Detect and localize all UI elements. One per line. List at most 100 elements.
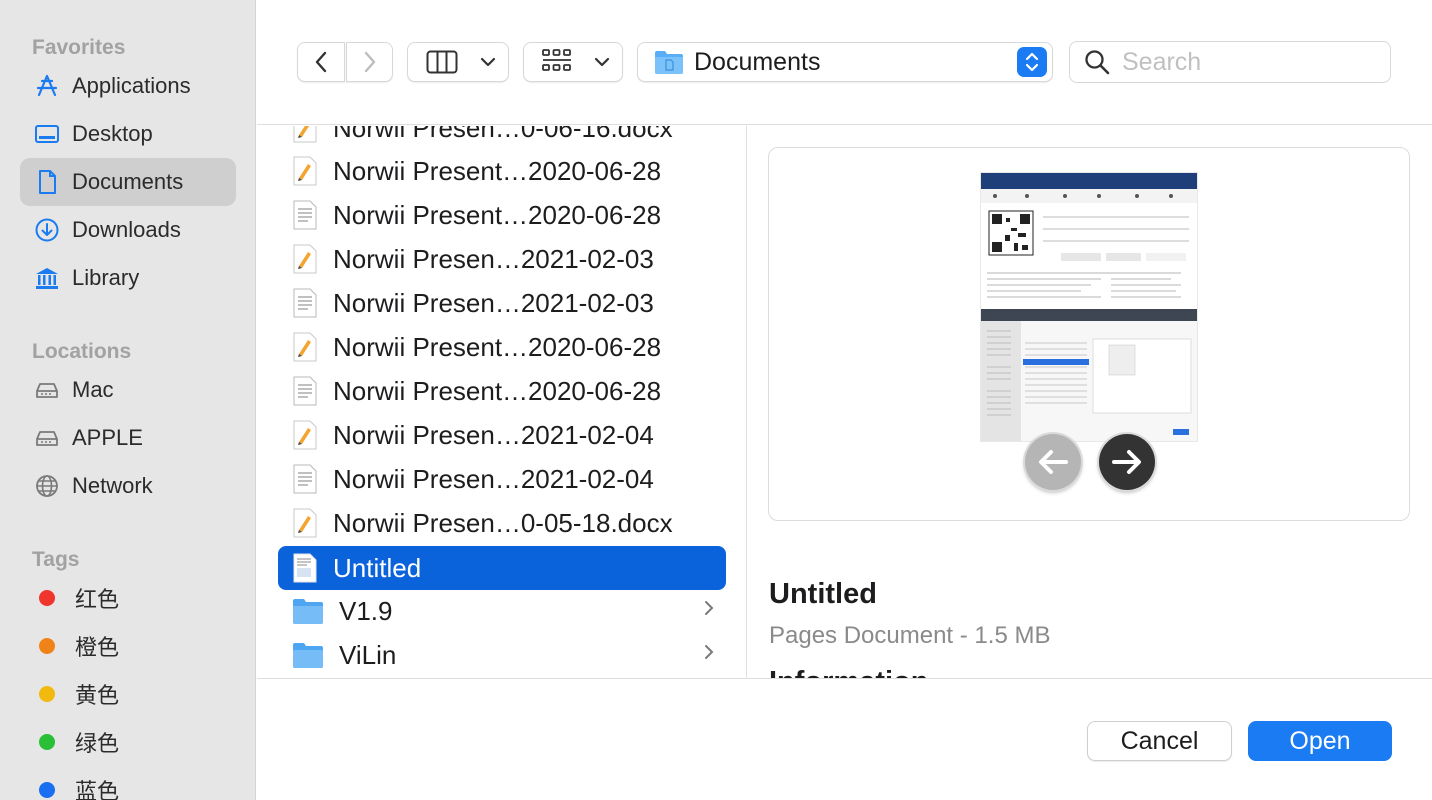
file-name: Norwii Present…2020-06-28 xyxy=(333,331,662,362)
sidebar-item-label: Documents xyxy=(72,169,184,194)
preview-file-name: Untitled xyxy=(769,578,877,610)
sidebar-item-label: 黄色 xyxy=(75,683,120,708)
drive-icon xyxy=(33,424,61,452)
preview-file-kind: Pages Document - 1.5 MB xyxy=(769,622,1051,649)
sidebar-item-label: 蓝色 xyxy=(75,779,120,800)
sidebar-item-tag-red[interactable]: 红色 xyxy=(20,574,236,622)
sidebar-item-label: 橙色 xyxy=(75,635,120,660)
sidebar-item-tag-green[interactable]: 绿色 xyxy=(20,718,236,766)
file-row[interactable]: Norwii Presen…0-06-16.docx xyxy=(278,126,726,150)
chevron-right-icon xyxy=(364,51,375,73)
sidebar-item-apple[interactable]: APPLE xyxy=(20,414,236,462)
sidebar-item-downloads[interactable]: Downloads xyxy=(20,206,236,254)
sidebar-section-tags: Tags xyxy=(32,548,80,571)
file-row[interactable]: Norwii Presen…2021-02-04 xyxy=(278,457,726,501)
file-row[interactable]: Norwii Present…2020-06-28 xyxy=(278,193,726,237)
network-icon xyxy=(33,472,61,500)
blue-tag-icon xyxy=(39,782,55,798)
file-name: Norwii Present…2020-06-28 xyxy=(333,155,662,186)
search-icon xyxy=(1085,50,1110,75)
preview-frame xyxy=(768,147,1410,521)
file-name: Norwii Present…2020-06-28 xyxy=(333,199,662,230)
folder-row[interactable]: ViLin xyxy=(278,633,726,677)
sidebar-item-tag-blue[interactable]: 蓝色 xyxy=(20,766,236,800)
file-row[interactable]: Norwii Present…2020-06-28 xyxy=(278,325,726,369)
file-name: Norwii Presen…2021-02-04 xyxy=(333,419,654,450)
sidebar-item-applications[interactable]: Applications xyxy=(20,62,236,110)
file-name: Norwii Presen…2021-02-03 xyxy=(333,243,654,274)
open-button[interactable]: Open xyxy=(1248,721,1392,761)
sidebar: Favorites Applications Desktop Documents… xyxy=(0,0,256,800)
sidebar-item-tag-orange[interactable]: 橙色 xyxy=(20,622,236,670)
sidebar-item-network[interactable]: Network xyxy=(20,462,236,510)
pages-doc-icon xyxy=(292,552,318,584)
arrow-right-icon xyxy=(1112,450,1141,474)
sidebar-item-label: Mac xyxy=(72,377,114,402)
document-thumbnail xyxy=(981,173,1197,441)
chevron-right-icon xyxy=(704,599,714,622)
file-row[interactable]: Norwii Presen…0-05-18.docx xyxy=(278,501,726,545)
text-doc-icon xyxy=(292,463,318,495)
file-row[interactable]: Norwii Presen…2021-02-03 xyxy=(278,237,726,281)
file-list[interactable]: Norwii Presen…0-06-16.docx Norwii Presen… xyxy=(257,126,747,678)
red-tag-icon xyxy=(39,590,55,606)
file-row[interactable]: Norwii Present…2020-06-28 xyxy=(278,369,726,413)
group-by-button[interactable] xyxy=(523,42,623,82)
downloads-icon xyxy=(33,216,61,244)
next-page-button[interactable] xyxy=(1099,434,1155,490)
sidebar-item-label: APPLE xyxy=(72,425,143,450)
pages-doc-icon xyxy=(292,331,318,363)
pages-doc-icon xyxy=(292,507,318,539)
chevron-left-icon xyxy=(315,51,327,73)
column-view-icon xyxy=(426,50,458,74)
sidebar-item-tag-yellow[interactable]: 黄色 xyxy=(20,670,236,718)
grid-view-icon xyxy=(542,49,571,71)
location-label: Documents xyxy=(694,47,821,76)
desktop-icon xyxy=(33,120,61,148)
search-field[interactable] xyxy=(1069,41,1391,83)
previous-page-button[interactable] xyxy=(1025,434,1081,490)
text-doc-icon xyxy=(292,199,318,231)
search-input[interactable] xyxy=(1122,47,1372,77)
drive-icon xyxy=(33,376,61,404)
sidebar-item-library[interactable]: Library xyxy=(20,254,236,302)
sidebar-item-label: 绿色 xyxy=(75,731,120,756)
file-name: Norwii Presen…0-05-18.docx xyxy=(333,507,673,538)
sidebar-section-favorites: Favorites xyxy=(32,36,126,59)
file-row[interactable]: Norwii Presen…2021-02-04 xyxy=(278,413,726,457)
chevron-right-icon xyxy=(704,643,714,666)
sidebar-item-label: Desktop xyxy=(72,121,153,146)
view-mode-button[interactable] xyxy=(407,42,509,82)
sidebar-item-documents[interactable]: Documents xyxy=(20,158,236,206)
file-row-selected[interactable]: Untitled xyxy=(278,546,726,590)
chevron-down-icon xyxy=(480,57,496,67)
pages-doc-icon xyxy=(292,155,318,187)
folder-icon xyxy=(292,595,324,627)
cancel-button[interactable]: Cancel xyxy=(1087,721,1232,761)
forward-button[interactable] xyxy=(346,42,393,82)
orange-tag-icon xyxy=(39,638,55,654)
folder-row[interactable]: V1.9 xyxy=(278,589,726,633)
chevron-down-icon xyxy=(594,57,610,67)
arrow-left-icon xyxy=(1039,450,1068,474)
file-name: Untitled xyxy=(333,552,422,583)
file-row[interactable]: Norwii Present…2020-06-28 xyxy=(278,149,726,193)
text-doc-icon xyxy=(292,287,318,319)
sidebar-item-mac[interactable]: Mac xyxy=(20,366,236,414)
sidebar-item-desktop[interactable]: Desktop xyxy=(20,110,236,158)
file-row[interactable]: Norwii Presen…2021-02-03 xyxy=(278,281,726,325)
preview-info-heading: Information xyxy=(769,666,929,678)
file-name: Norwii Present…2020-06-28 xyxy=(333,375,662,406)
footer: Cancel Open xyxy=(257,678,1432,800)
back-button[interactable] xyxy=(297,42,345,82)
applications-icon xyxy=(33,72,61,100)
sidebar-item-label: 红色 xyxy=(75,587,120,612)
updown-chevron-icon xyxy=(1017,47,1047,77)
document-icon xyxy=(33,168,61,196)
pages-doc-icon xyxy=(292,243,318,275)
sidebar-item-label: Library xyxy=(72,265,140,290)
file-name: Norwii Presen…2021-02-04 xyxy=(333,463,654,494)
preview-pane: Untitled Pages Document - 1.5 MB Informa… xyxy=(748,126,1432,678)
location-popup[interactable]: Documents xyxy=(637,42,1053,82)
sidebar-item-label: Applications xyxy=(72,73,191,98)
